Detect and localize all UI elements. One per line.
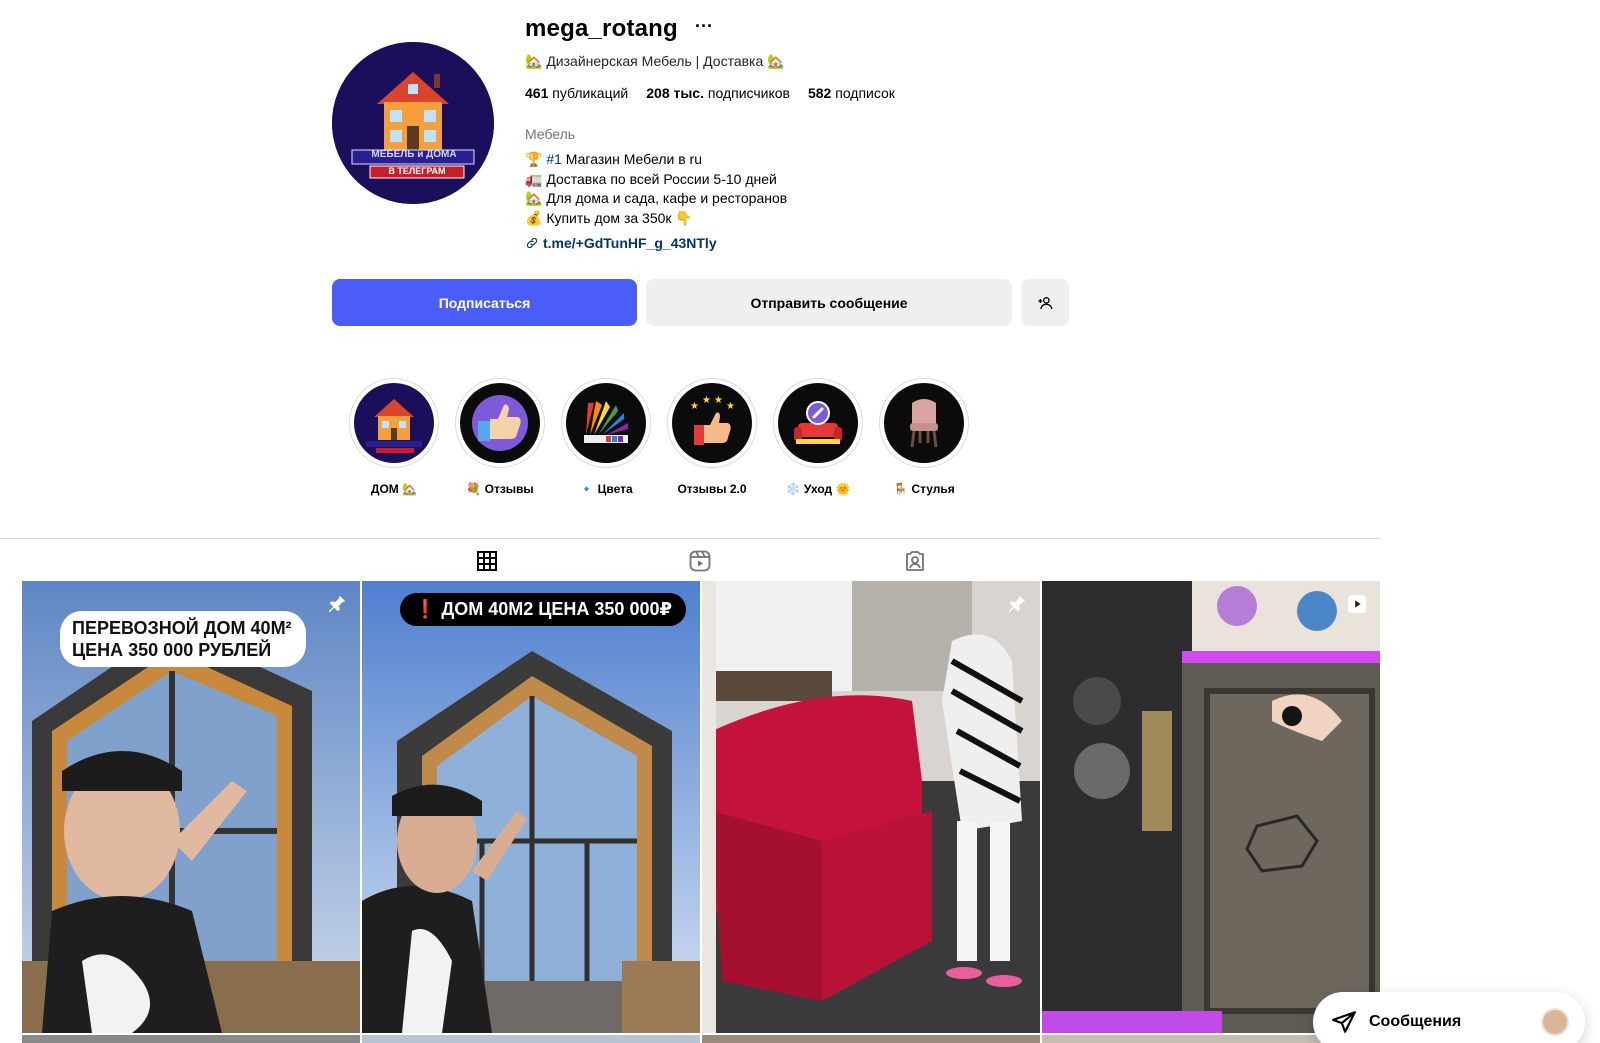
add-user-icon — [1038, 296, 1053, 309]
highlight-ukhod[interactable]: ❄️ Уход 🌞 — [773, 378, 863, 496]
followers-count[interactable]: 208 тыс. подписчиков — [646, 85, 790, 101]
post-tile[interactable] — [702, 581, 1040, 1033]
reels-icon — [689, 550, 711, 572]
bio-line-4: 💰 Купить дом за 350к 👇 — [525, 209, 693, 226]
house-icon — [366, 399, 422, 453]
link-icon — [526, 237, 538, 249]
highlight-label: ДОМ 🏡 — [370, 482, 418, 496]
sofa-care-icon — [794, 401, 842, 444]
profile-tabs — [0, 538, 1380, 583]
highlight-label: 🪑 Стулья — [893, 482, 955, 496]
thumbs-up-hand-icon — [472, 395, 528, 451]
suggested-users-button[interactable] — [1021, 279, 1069, 326]
highlight-label: ❄️ Уход 🌞 — [785, 482, 851, 496]
pin-icon — [328, 595, 346, 613]
post-tile[interactable] — [1042, 581, 1380, 1033]
messages-bar[interactable]: Сообщения — [1313, 992, 1585, 1043]
post-image — [702, 581, 1040, 1033]
messages-label: Сообщения — [1369, 1013, 1462, 1030]
avatar-text-2: В ТЕЛЕГРАМ — [388, 166, 446, 176]
post-tile[interactable]: ПЕРЕВОЗНОЙ ДОМ 40М² ЦЕНА 350 000 РУБЛЕЙ — [22, 581, 360, 1033]
svg-text:★: ★ — [690, 401, 699, 412]
thumbs-up-stars-icon: ★ ★ ★ ★ — [690, 395, 735, 445]
post-image — [1042, 581, 1380, 1033]
post-tile[interactable] — [22, 1035, 360, 1043]
highlight-otzyvy-2[interactable]: ★ ★ ★ ★ Отзывы 2.0 — [667, 378, 757, 496]
profile-bio: 🏆 #1 Магазин Мебели в ru 🚛 Доставка по в… — [525, 150, 787, 228]
bio-line-2: 🚛 Доставка по всей России 5-10 дней — [525, 170, 777, 187]
tab-tagged[interactable] — [880, 539, 950, 583]
svg-text:★: ★ — [714, 395, 723, 406]
post-image — [362, 581, 700, 1033]
profile-stats: 461 публикаций 208 тыс. подписчиков 582 … — [525, 85, 895, 101]
color-palette-icon — [584, 401, 628, 443]
grid-icon — [477, 551, 497, 571]
post-caption-overlay: ❗ ДОМ 40М2 ЦЕНА 350 000₽ — [400, 593, 687, 626]
follow-button[interactable]: Подписаться — [332, 279, 637, 326]
highlight-tsveta[interactable]: 🔹 Цвета — [561, 378, 651, 496]
tab-posts[interactable] — [452, 539, 522, 583]
highlight-stulya[interactable]: 🪑 Стулья — [879, 378, 969, 496]
contact-avatar — [1541, 1008, 1569, 1036]
profile-link[interactable]: t.me/+GdTunHF_g_43NTly — [525, 235, 717, 251]
post-tile[interactable] — [362, 1035, 700, 1043]
chair-icon — [910, 399, 938, 448]
posts-count: 461 публикаций — [525, 85, 629, 101]
posts-grid: ПЕРЕВОЗНОЙ ДОМ 40М² ЦЕНА 350 000 РУБЛЕЙ … — [22, 581, 1380, 1043]
highlight-label: 💐 Отзывы — [466, 482, 534, 496]
send-icon — [1332, 1011, 1356, 1033]
svg-text:★: ★ — [702, 395, 711, 406]
profile-username: mega_rotang — [525, 15, 678, 42]
highlight-label: 🔹 Цвета — [579, 482, 633, 496]
following-count[interactable]: 582 подписок — [808, 85, 895, 101]
hashtag-link[interactable]: #1 — [546, 151, 562, 167]
post-tile[interactable]: ❗ ДОМ 40М2 ЦЕНА 350 000₽ — [362, 581, 700, 1033]
profile-category-line: 🏡 Дизайнерская Мебель | Доставка 🏡 — [525, 53, 785, 69]
profile-link-text[interactable]: t.me/+GdTunHF_g_43NTly — [543, 235, 717, 251]
profile-avatar[interactable] — [332, 42, 494, 204]
avatar-text-1: МЕБЕЛЬ и ДОМА — [371, 149, 457, 160]
more-options-icon[interactable]: ··· — [695, 16, 713, 37]
highlight-dom[interactable]: ДОМ 🏡 — [349, 378, 439, 496]
post-caption-overlay: ПЕРЕВОЗНОЙ ДОМ 40М² ЦЕНА 350 000 РУБЛЕЙ — [60, 611, 306, 667]
tab-reels[interactable] — [665, 539, 735, 583]
tagged-icon — [906, 551, 924, 571]
send-message-button[interactable]: Отправить сообщение — [646, 279, 1012, 326]
pin-icon — [1008, 595, 1026, 613]
bio-line-1: 🏆 #1 Магазин Мебели в ru — [525, 151, 702, 167]
profile-category: Мебель — [525, 126, 576, 142]
reel-video-icon — [1347, 594, 1367, 614]
post-tile[interactable] — [702, 1035, 1040, 1043]
svg-text:★: ★ — [726, 401, 735, 412]
story-highlights: ДОМ 🏡 💐 Отзывы 🔹 Цвета ★ ★ ★ ★ Отзывы 2.… — [349, 378, 969, 496]
highlight-otzyvy[interactable]: 💐 Отзывы — [455, 378, 545, 496]
bio-line-3: 🏡 Для дома и сада, кафе и ресторанов — [525, 190, 788, 206]
highlight-label: Отзывы 2.0 — [677, 482, 747, 496]
house-logo-icon — [332, 42, 494, 204]
